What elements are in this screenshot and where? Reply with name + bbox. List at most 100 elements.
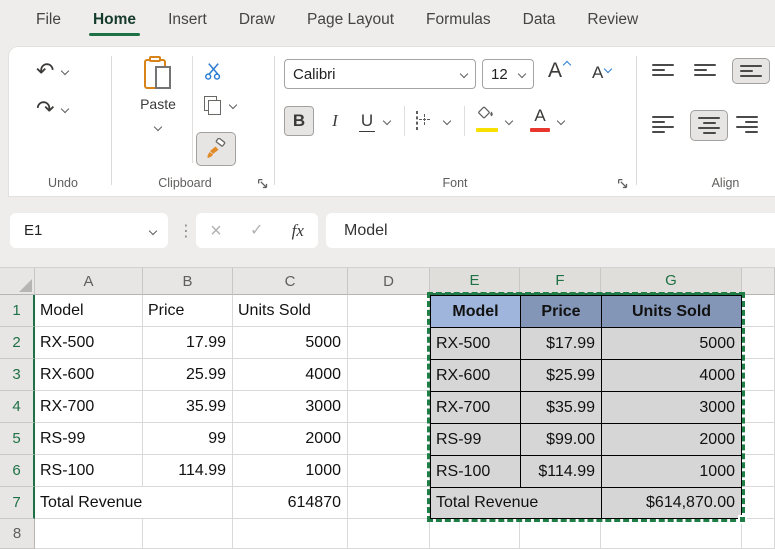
cell-E2[interactable]: RX-500 [430,327,520,359]
cell-D8[interactable] [348,519,430,549]
insert-function-icon[interactable]: fx [292,221,304,241]
cell-C2[interactable]: 5000 [233,327,348,359]
cell-D7[interactable] [348,487,430,519]
column-header-E[interactable]: E [430,268,520,295]
undo-dropdown-icon[interactable] [61,67,69,75]
name-box[interactable]: E1 [10,213,168,248]
cell-A5[interactable]: RS-99 [35,423,143,455]
clipboard-dialog-launcher[interactable] [257,177,269,189]
cell-E5[interactable]: RS-99 [430,423,520,455]
cell-C4[interactable]: 3000 [233,391,348,423]
row-header-2[interactable]: 2 [0,327,35,359]
cell-B8[interactable] [143,519,233,549]
cell-F1[interactable]: Price [520,295,601,327]
cell-E8[interactable] [430,519,520,549]
cell-G1[interactable]: Units Sold [601,295,742,327]
undo-button[interactable]: ↶ [36,56,88,86]
paste-dropdown-icon[interactable] [154,123,162,131]
cell-A8[interactable] [35,519,143,549]
cell-B4[interactable]: 35.99 [143,391,233,423]
underline-dropdown-icon[interactable] [383,117,391,125]
row-header-1[interactable]: 1 [0,295,35,327]
cell-B3[interactable]: 25.99 [143,359,233,391]
format-painter-button[interactable] [196,132,236,166]
cell-H4[interactable] [742,391,775,423]
enter-icon[interactable]: ✓ [250,223,263,239]
cell-D6[interactable] [348,455,430,487]
cell-A7[interactable]: Total Revenue [35,487,233,519]
cell-D2[interactable] [348,327,430,359]
cell-G3[interactable]: 4000 [601,359,742,391]
font-size-combobox[interactable]: 12 [482,59,534,89]
bottom-align-button[interactable] [732,58,770,84]
font-color-button[interactable]: A [530,107,550,132]
cell-E6[interactable]: RS-100 [430,455,520,487]
cell-H2[interactable] [742,327,775,359]
cell-B6[interactable]: 114.99 [143,455,233,487]
align-left-button[interactable] [652,116,674,133]
cell-H7[interactable] [742,487,775,519]
cell-F5[interactable]: $99.00 [520,423,601,455]
cell-F4[interactable]: $35.99 [520,391,601,423]
column-header-A[interactable]: A [35,268,143,295]
tab-draw[interactable]: Draw [223,0,291,40]
cell-C8[interactable] [233,519,348,549]
center-button[interactable] [690,110,728,141]
cell-A1[interactable]: Model [35,295,143,327]
cell-H1[interactable] [742,295,775,327]
cell-H8[interactable] [742,519,775,549]
cell-G7[interactable]: $614,870.00 [601,487,742,519]
paste-button[interactable]: Paste [128,56,188,135]
select-all-button[interactable] [0,268,35,295]
cell-B5[interactable]: 99 [143,423,233,455]
cell-C1[interactable]: Units Sold [233,295,348,327]
font-name-dropdown-icon[interactable] [460,70,468,78]
copy-dropdown-icon[interactable] [229,100,237,108]
tab-insert[interactable]: Insert [152,0,223,40]
cell-G5[interactable]: 2000 [601,423,742,455]
cell-B2[interactable]: 17.99 [143,327,233,359]
formula-input[interactable]: Model [326,213,775,248]
increase-font-size-button[interactable]: A [548,60,570,81]
cell-E1-active[interactable]: Model [430,295,520,327]
cell-F2[interactable]: $17.99 [520,327,601,359]
cancel-icon[interactable]: × [210,221,222,241]
cell-H3[interactable] [742,359,775,391]
copy-button[interactable] [204,96,236,113]
column-header-B[interactable]: B [143,268,233,295]
redo-button[interactable]: ↷ [36,94,88,124]
cell-A3[interactable]: RX-600 [35,359,143,391]
cell-D4[interactable] [348,391,430,423]
bold-button[interactable]: B [284,106,314,136]
cell-F3[interactable]: $25.99 [520,359,601,391]
underline-button[interactable]: U [356,106,378,136]
column-header-F[interactable]: F [520,268,601,295]
font-dialog-launcher[interactable] [617,177,629,189]
cell-A2[interactable]: RX-500 [35,327,143,359]
row-header-8[interactable]: 8 [0,519,35,549]
cell-C5[interactable]: 2000 [233,423,348,455]
cell-G4[interactable]: 3000 [601,391,742,423]
cell-D5[interactable] [348,423,430,455]
cell-B1[interactable]: Price [143,295,233,327]
redo-dropdown-icon[interactable] [61,105,69,113]
top-align-button[interactable] [652,64,674,84]
tab-home[interactable]: Home [77,0,152,40]
row-header-7[interactable]: 7 [0,487,35,519]
cell-F8[interactable] [520,519,601,549]
cell-A4[interactable]: RX-700 [35,391,143,423]
borders-button[interactable] [416,112,418,130]
decrease-font-size-button[interactable]: A [592,64,611,81]
cell-C6[interactable]: 1000 [233,455,348,487]
cut-button[interactable] [204,62,223,86]
borders-dropdown-icon[interactable] [443,117,451,125]
tab-page-layout[interactable]: Page Layout [291,0,410,40]
font-name-combobox[interactable]: Calibri [284,59,476,89]
cell-E3[interactable]: RX-600 [430,359,520,391]
fill-color-button[interactable] [476,106,498,132]
row-header-3[interactable]: 3 [0,359,35,391]
tab-data[interactable]: Data [507,0,572,40]
cell-F6[interactable]: $114.99 [520,455,601,487]
row-header-6[interactable]: 6 [0,455,35,487]
cell-E4[interactable]: RX-700 [430,391,520,423]
